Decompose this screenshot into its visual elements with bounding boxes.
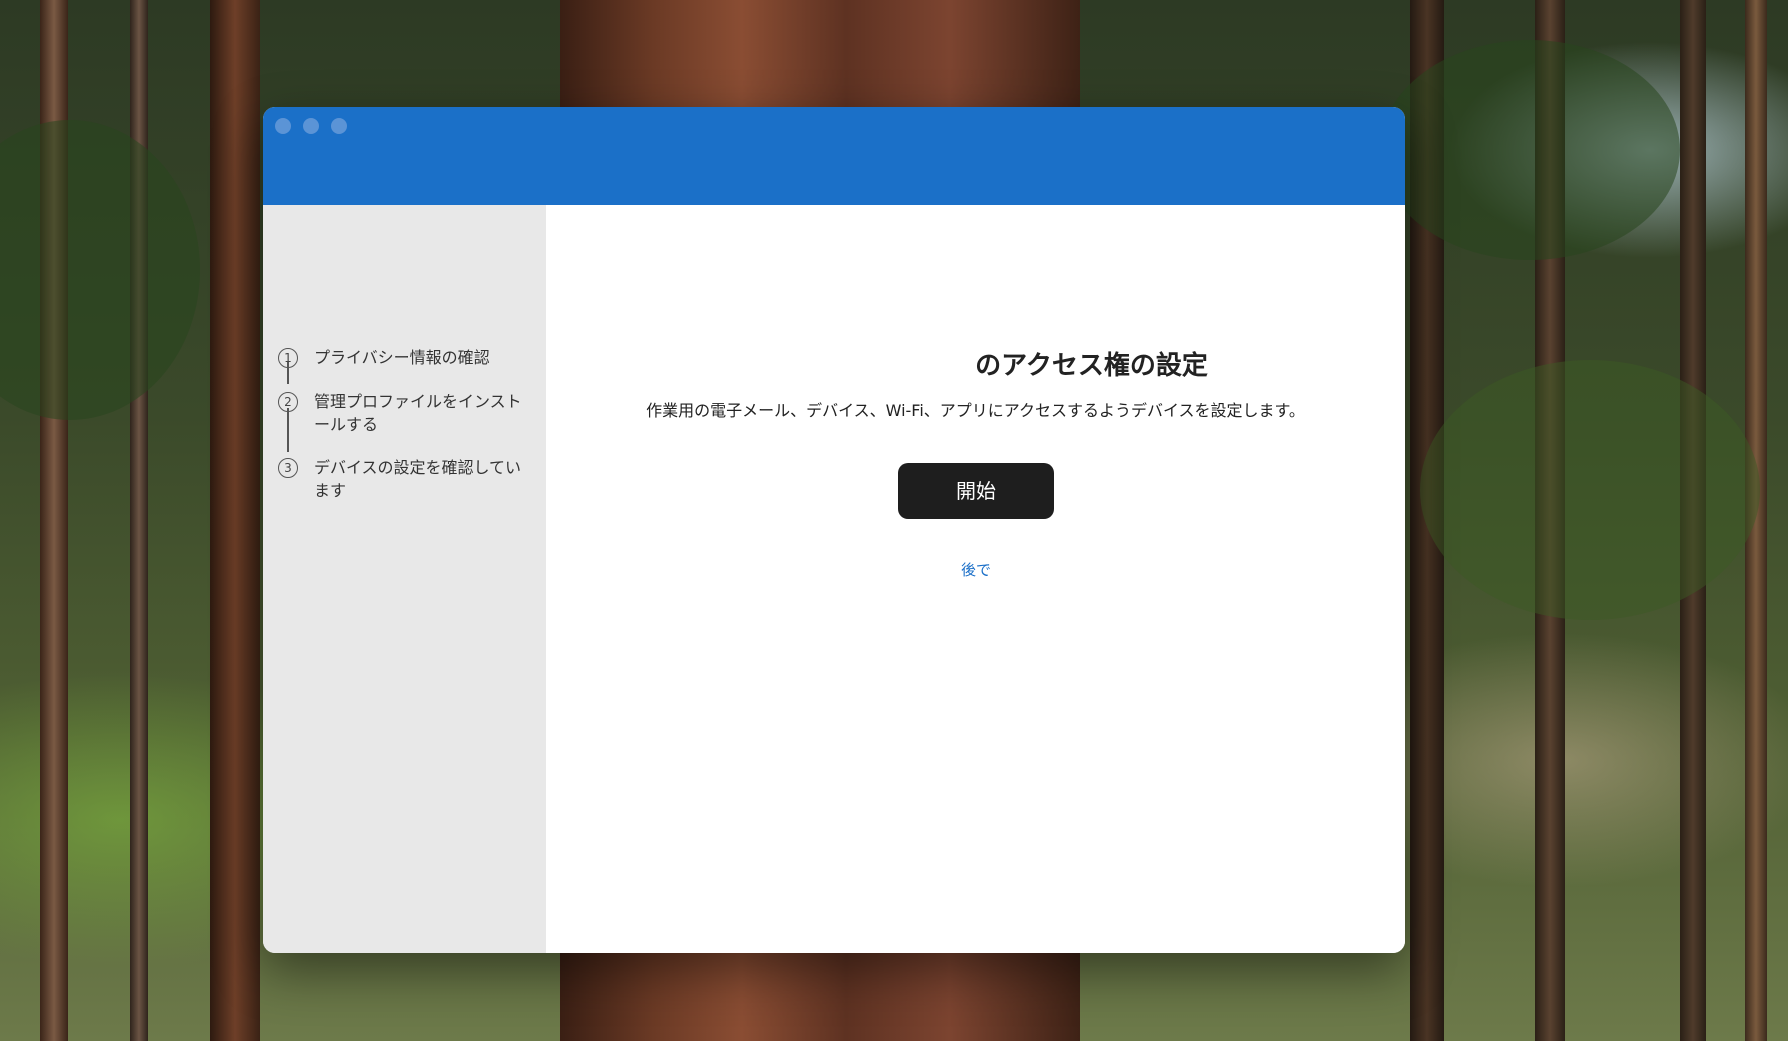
desktop-background: 1 プライバシー情報の確認 2 管理プロファイルをインストールする 3 デバイス…: [0, 0, 1788, 1041]
minimize-window-button[interactable]: [303, 118, 319, 134]
background-tree: [210, 0, 260, 1041]
step-label: プライバシー情報の確認: [314, 348, 490, 367]
page-title: のアクセス権の設定: [546, 345, 1405, 382]
step-number: 2: [278, 392, 298, 412]
background-foliage: [1380, 40, 1680, 260]
page-description: 作業用の電子メール、デバイス、Wi-Fi、アプリにアクセスするようデバイスを設定…: [646, 401, 1305, 420]
title-bar: [263, 107, 1405, 205]
zoom-window-button[interactable]: [331, 118, 347, 134]
step-label: 管理プロファイルをインストールする: [314, 392, 522, 434]
step-connector: [287, 408, 289, 452]
main-content: のアクセス権の設定 作業用の電子メール、デバイス、Wi-Fi、アプリにアクセスす…: [546, 205, 1405, 953]
step-label: デバイスの設定を確認しています: [314, 458, 522, 500]
setup-steps-sidebar: 1 プライバシー情報の確認 2 管理プロファイルをインストールする 3 デバイス…: [263, 205, 546, 953]
page-title-text: のアクセス権の設定: [975, 351, 1208, 381]
background-foliage: [1420, 360, 1760, 620]
step-number: 1: [278, 348, 298, 368]
close-window-button[interactable]: [275, 118, 291, 134]
later-link[interactable]: 後で: [926, 559, 1026, 580]
background-foliage: [0, 120, 200, 420]
step-number: 3: [278, 458, 298, 478]
app-window: 1 プライバシー情報の確認 2 管理プロファイルをインストールする 3 デバイス…: [263, 107, 1405, 953]
start-button[interactable]: 開始: [898, 463, 1054, 519]
